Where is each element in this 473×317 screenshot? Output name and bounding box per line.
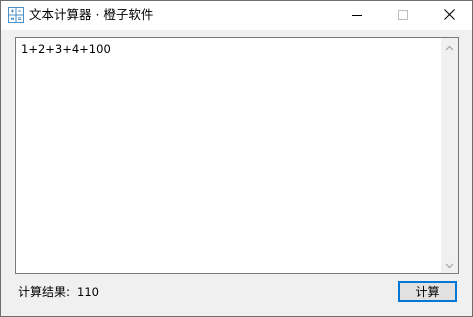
scroll-up-button[interactable] (441, 38, 458, 55)
expression-textarea[interactable]: 1+2+3+4+100 (15, 37, 459, 274)
close-button[interactable] (426, 1, 472, 30)
vertical-scrollbar[interactable] (441, 38, 458, 273)
maximize-icon (398, 9, 408, 23)
minimize-icon (352, 9, 362, 23)
minimize-button[interactable] (334, 1, 380, 30)
title-bar[interactable]: 文本计算器 · 橙子软件 (1, 1, 472, 30)
chevron-up-icon (445, 40, 454, 54)
result-value: 110 (77, 285, 99, 299)
result-label: 计算结果: (18, 285, 71, 299)
app-window: 文本计算器 · 橙子软件 1+2+3+4+100 计算结果: 110 计算 (0, 0, 473, 317)
calculate-button[interactable]: 计算 (398, 281, 457, 302)
expression-text[interactable]: 1+2+3+4+100 (21, 42, 111, 57)
chevron-down-icon (445, 258, 454, 272)
window-title: 文本计算器 · 橙子软件 (29, 7, 154, 22)
calculate-button-label: 计算 (415, 285, 440, 299)
scroll-down-button[interactable] (441, 256, 458, 273)
maximize-button[interactable] (380, 1, 426, 30)
close-icon (443, 8, 455, 23)
calculator-grid-icon (8, 7, 24, 23)
